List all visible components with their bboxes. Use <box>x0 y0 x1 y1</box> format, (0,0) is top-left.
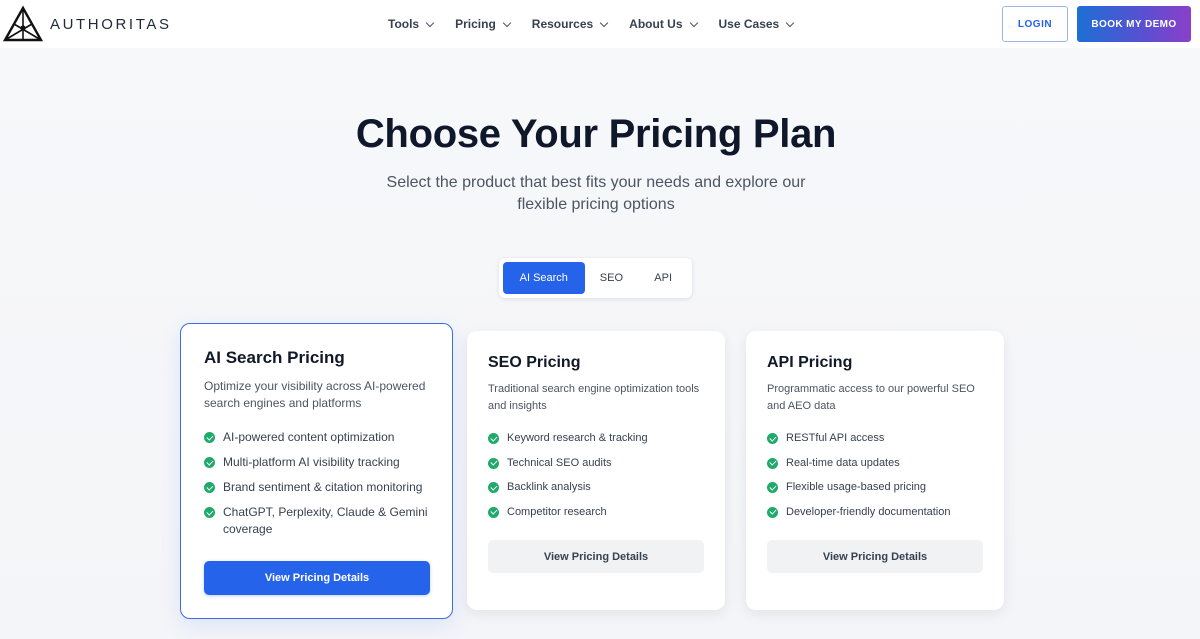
feature-text: Brand sentiment & citation monitoring <box>223 480 423 494</box>
view-pricing-details-button[interactable]: View Pricing Details <box>204 561 430 595</box>
feature-text: Flexible usage-based pricing <box>786 481 927 493</box>
page-subtitle-line-2: flexible pricing options <box>517 196 675 213</box>
check-circle-icon <box>767 482 778 493</box>
feature-item: Developer-friendly documentation <box>767 504 997 521</box>
site-header: AUTHORITAS Tools Pricing Resources About… <box>0 0 1200 48</box>
feature-text: RESTful API access <box>786 432 885 444</box>
page-title: Choose Your Pricing Plan <box>355 112 837 156</box>
feature-item: Keyword research & tracking <box>488 430 718 447</box>
chevron-down-icon <box>785 18 795 27</box>
feature-item: Brand sentiment & citation monitoring <box>204 479 444 496</box>
card-description: Optimize your visibility across AI-power… <box>204 379 426 410</box>
check-circle-icon <box>767 506 778 518</box>
chevron-down-icon <box>425 18 435 27</box>
chevron-down-icon <box>599 18 609 27</box>
nav-tools-label: Tools <box>388 17 420 31</box>
nav-about-us[interactable]: About Us <box>629 17 698 31</box>
login-button[interactable]: LOGIN <box>1002 6 1068 42</box>
check-circle-icon <box>204 507 215 518</box>
feature-item: Flexible usage-based pricing <box>767 479 997 496</box>
feature-item: AI-powered content optimization <box>204 429 444 446</box>
product-tabs: AI Search SEO API <box>499 258 692 298</box>
feature-text: Competitor research <box>507 505 607 518</box>
nav-about-us-label: About Us <box>629 17 683 31</box>
feature-text: Real-time data updates <box>786 456 900 469</box>
feature-item: Real-time data updates <box>767 455 997 472</box>
check-circle-icon <box>488 433 499 444</box>
check-circle-icon <box>767 457 778 469</box>
feature-text: Keyword research & tracking <box>507 432 648 444</box>
chevron-down-icon <box>689 18 698 27</box>
nav-resources-label: Resources <box>531 17 594 31</box>
check-circle-icon <box>204 482 215 493</box>
view-pricing-details-button[interactable]: View Pricing Details <box>488 540 704 573</box>
card-title: SEO Pricing <box>488 354 581 371</box>
card-description: Programmatic access to our powerful SEO … <box>767 383 975 412</box>
page-subtitle: Select the product that best fits your n… <box>340 172 852 216</box>
check-circle-icon <box>488 506 499 518</box>
feature-text: Developer-friendly documentation <box>786 505 951 518</box>
feature-item: ChatGPT, Perplexity, Claude & Gemini cov… <box>204 504 444 538</box>
main-nav: Tools Pricing Resources About Us Use Cas… <box>388 0 815 48</box>
nav-pricing[interactable]: Pricing <box>455 17 512 31</box>
nav-tools[interactable]: Tools <box>388 17 435 31</box>
feature-text: Technical SEO audits <box>507 456 612 469</box>
page-subtitle-line-1: Select the product that best fits your n… <box>386 174 806 191</box>
feature-item: Competitor research <box>488 504 718 521</box>
feature-text: ChatGPT, Perplexity, Claude & Gemini cov… <box>223 505 428 536</box>
tab-seo[interactable]: SEO <box>585 262 639 294</box>
authoritas-logo-icon <box>2 5 44 42</box>
logo[interactable]: AUTHORITAS <box>2 5 172 43</box>
nav-pricing-label: Pricing <box>455 17 496 31</box>
book-demo-button[interactable]: BOOK MY DEMO <box>1077 6 1191 42</box>
nav-use-cases[interactable]: Use Cases <box>718 17 795 31</box>
view-pricing-details-button[interactable]: View Pricing Details <box>767 540 983 573</box>
card-title: API Pricing <box>767 354 853 371</box>
check-circle-icon <box>488 482 499 493</box>
check-circle-icon <box>204 457 215 468</box>
feature-item: RESTful API access <box>767 430 997 447</box>
feature-item: Multi-platform AI visibility tracking <box>204 454 444 471</box>
feature-list: RESTful API access Real-time data update… <box>767 430 997 528</box>
feature-list: Keyword research & tracking Technical SE… <box>488 430 718 528</box>
tab-api[interactable]: API <box>638 262 688 294</box>
card-title: AI Search Pricing <box>204 348 345 367</box>
check-circle-icon <box>204 432 215 443</box>
logo-text: AUTHORITAS <box>50 15 172 33</box>
pricing-card-ai-search: AI Search Pricing Optimize your visibili… <box>180 323 453 619</box>
nav-use-cases-label: Use Cases <box>718 17 780 31</box>
tab-ai-search[interactable]: AI Search <box>503 262 585 294</box>
nav-resources[interactable]: Resources <box>531 17 609 31</box>
feature-text: Multi-platform AI visibility tracking <box>223 455 400 469</box>
chevron-down-icon <box>502 18 512 27</box>
feature-item: Technical SEO audits <box>488 455 718 472</box>
feature-item: Backlink analysis <box>488 479 718 496</box>
feature-text: Backlink analysis <box>507 481 591 493</box>
check-circle-icon <box>488 457 499 469</box>
card-description: Traditional search engine optimization t… <box>488 383 700 412</box>
check-circle-icon <box>767 433 778 444</box>
pricing-card-api: API Pricing Programmatic access to our p… <box>746 331 1004 610</box>
feature-list: AI-powered content optimization Multi-pl… <box>204 429 444 546</box>
pricing-card-seo: SEO Pricing Traditional search engine op… <box>467 331 725 610</box>
feature-text: AI-powered content optimization <box>223 430 395 444</box>
